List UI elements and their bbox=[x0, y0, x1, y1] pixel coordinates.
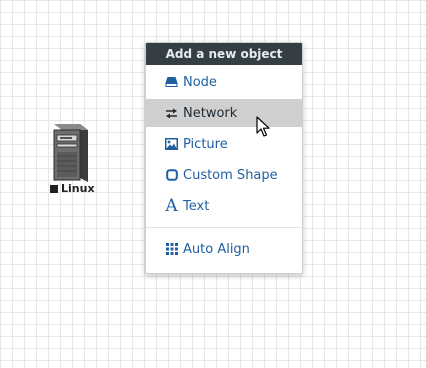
picture-icon bbox=[165, 138, 178, 151]
menu-item-text[interactable]: A Text bbox=[146, 192, 302, 220]
node-label-text: Linux bbox=[61, 182, 95, 195]
menu-item-label: Text bbox=[183, 198, 210, 214]
network-arrows-icon bbox=[165, 107, 178, 120]
menu-item-label: Node bbox=[183, 74, 217, 90]
menu-item-node[interactable]: Node bbox=[146, 68, 302, 96]
menu-title: Add a new object bbox=[146, 43, 302, 65]
menu-item-picture[interactable]: Picture bbox=[146, 130, 302, 158]
node-label: Linux bbox=[50, 182, 95, 195]
menu-list: Node Network Picture Custom Shape A Text… bbox=[146, 65, 302, 263]
menu-item-custom-shape[interactable]: Custom Shape bbox=[146, 161, 302, 189]
menu-divider bbox=[146, 227, 302, 228]
text-icon: A bbox=[165, 195, 178, 216]
add-object-menu: Add a new object Node Network Picture Cu… bbox=[145, 42, 303, 274]
menu-item-label: Auto Align bbox=[183, 241, 250, 257]
menu-item-label: Custom Shape bbox=[183, 167, 278, 183]
grid-icon bbox=[165, 243, 178, 256]
node-icon bbox=[165, 76, 178, 89]
mouse-cursor-icon bbox=[256, 116, 270, 137]
canvas-node-linux[interactable]: Linux bbox=[46, 120, 95, 198]
menu-item-auto-align[interactable]: Auto Align bbox=[146, 235, 302, 263]
custom-shape-icon bbox=[165, 169, 178, 182]
menu-item-label: Picture bbox=[183, 136, 228, 152]
status-square-icon bbox=[50, 184, 58, 193]
server-tower-icon bbox=[53, 124, 88, 182]
menu-item-network[interactable]: Network bbox=[146, 99, 302, 127]
menu-item-label: Network bbox=[183, 105, 238, 121]
